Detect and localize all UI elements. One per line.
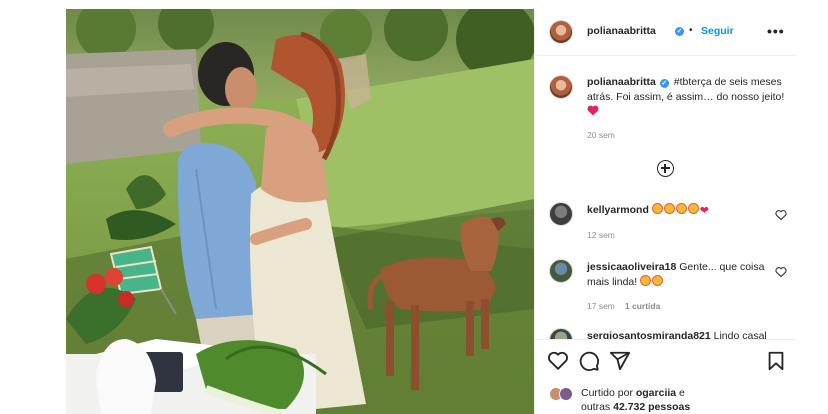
comment-meta: 17 sem 1 curtida bbox=[587, 301, 660, 311]
comment-time[interactable]: 17 sem bbox=[587, 301, 615, 311]
follow-button[interactable]: Seguir bbox=[701, 25, 734, 37]
heart-icon[interactable] bbox=[547, 350, 569, 372]
comment-avatar[interactable] bbox=[549, 202, 573, 226]
bookmark-icon[interactable] bbox=[765, 350, 787, 372]
caption: polianaabritta ✓ #tbterça de seis meses a… bbox=[587, 75, 787, 120]
liked-by-middle: e bbox=[676, 387, 685, 399]
author-username[interactable]: polianaabritta bbox=[587, 25, 656, 37]
caption-username[interactable]: polianaabritta bbox=[587, 76, 656, 88]
more-options-icon[interactable]: ••• bbox=[767, 23, 785, 39]
post-side-panel: polianaabritta ✓ • Seguir ••• polianaabr… bbox=[534, 9, 796, 414]
liked-by-user[interactable]: ogarciia bbox=[636, 387, 676, 399]
comment-icon[interactable] bbox=[578, 350, 600, 372]
comment-time[interactable]: 12 sem bbox=[587, 230, 615, 240]
plus-circle-icon[interactable] bbox=[657, 160, 674, 177]
comment-likes-count[interactable]: 1 curtida bbox=[625, 301, 660, 311]
instagram-post-modal: polianaabritta ✓ • Seguir ••• polianaabr… bbox=[66, 9, 796, 414]
caption-verified-icon: ✓ bbox=[659, 79, 669, 88]
heart-eyes-emoji-icon bbox=[640, 275, 652, 288]
liked-by-others-prefix: outras bbox=[581, 401, 614, 413]
comment-avatar[interactable] bbox=[549, 259, 573, 283]
liked-by-summary: Curtido por ogarciia e outras 42.732 pes… bbox=[581, 386, 781, 414]
author-avatar[interactable] bbox=[549, 20, 573, 44]
header-separator: • bbox=[689, 25, 693, 36]
comment-like-heart-icon[interactable] bbox=[775, 209, 787, 221]
comment-like-heart-icon[interactable] bbox=[775, 266, 787, 278]
post-photo[interactable] bbox=[66, 9, 534, 414]
comment-username[interactable]: kellyarmond bbox=[587, 204, 649, 216]
verified-badge-icon: ✓ bbox=[675, 27, 684, 36]
red-heart-emoji-icon: ❤ bbox=[699, 205, 709, 217]
hugging-face-emoji-icon bbox=[652, 275, 664, 288]
post-photo-illustration bbox=[66, 9, 534, 414]
comment-username[interactable]: jessicaaoliveira18 bbox=[587, 261, 676, 273]
caption-author-avatar[interactable] bbox=[549, 75, 573, 99]
comment-text: kellyarmond ❤ bbox=[587, 203, 787, 219]
caption-time[interactable]: 20 sem bbox=[587, 130, 615, 140]
liker-avatar[interactable] bbox=[559, 387, 573, 401]
liked-by-count[interactable]: 42.732 pessoas bbox=[613, 401, 690, 413]
red-heart-emoji-icon bbox=[587, 105, 599, 116]
heart-eyes-emoji-icon bbox=[651, 203, 700, 216]
share-icon[interactable] bbox=[609, 350, 631, 372]
post-header: polianaabritta ✓ • Seguir ••• bbox=[535, 9, 796, 56]
comment-text: jessicaaoliveira18 Gente... que coisa ma… bbox=[587, 260, 787, 290]
liked-by-prefix: Curtido por bbox=[581, 387, 636, 399]
